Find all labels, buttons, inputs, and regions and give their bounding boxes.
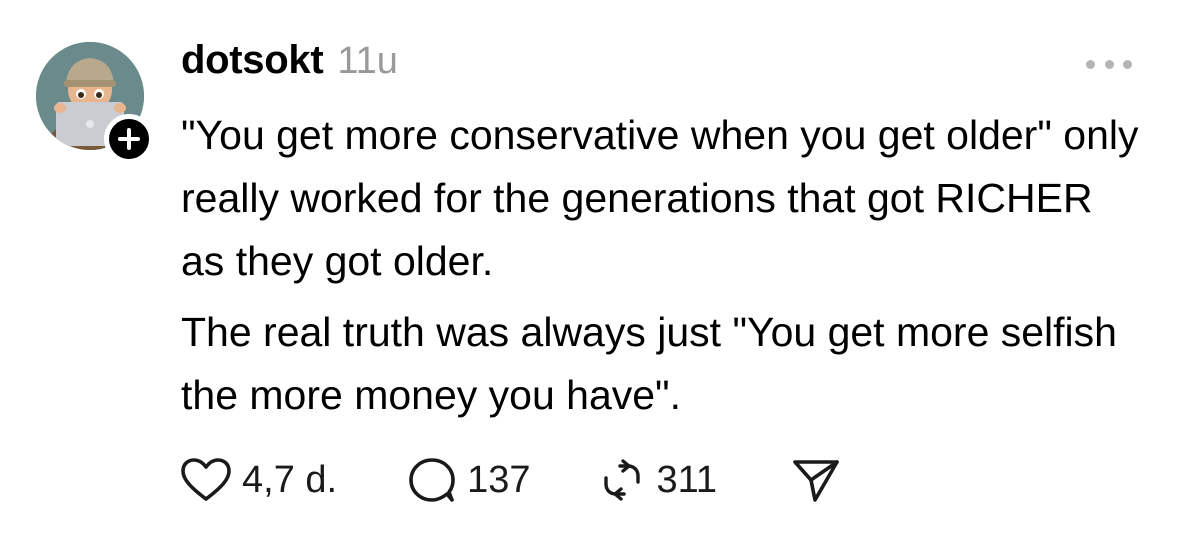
plus-icon	[118, 128, 140, 150]
post-timestamp: 11u	[337, 40, 398, 82]
repost-count: 311	[656, 458, 718, 501]
reply-count: 137	[467, 458, 531, 501]
post-paragraph: "You get more conservative when you get …	[181, 112, 1139, 284]
username-link[interactable]: dotsokt	[181, 38, 324, 83]
post-paragraph: The real truth was always just "You get …	[181, 309, 1117, 418]
like-count: 4,7 d.	[242, 458, 338, 501]
repost-icon	[604, 459, 641, 501]
more-dots-icon	[1086, 59, 1095, 69]
more-dots-icon	[1104, 59, 1114, 69]
speech-bubble-icon	[409, 458, 455, 502]
share-button[interactable]	[791, 456, 841, 504]
post-body: "You get more conservative when you get …	[181, 104, 1141, 427]
heart-icon	[181, 458, 231, 501]
like-button[interactable]: 4,7 d.	[180, 457, 337, 503]
post-header: dotsokt 11u	[181, 38, 398, 94]
reply-button[interactable]: 137	[407, 456, 530, 504]
more-options-button[interactable]	[1086, 56, 1132, 72]
avatar-container[interactable]	[36, 42, 154, 164]
follow-button[interactable]	[104, 114, 154, 164]
send-icon	[793, 460, 839, 502]
more-dots-icon	[1123, 59, 1132, 69]
repost-button[interactable]: 311	[598, 456, 717, 504]
action-bar: 4,7 d. 137 311	[180, 452, 841, 508]
